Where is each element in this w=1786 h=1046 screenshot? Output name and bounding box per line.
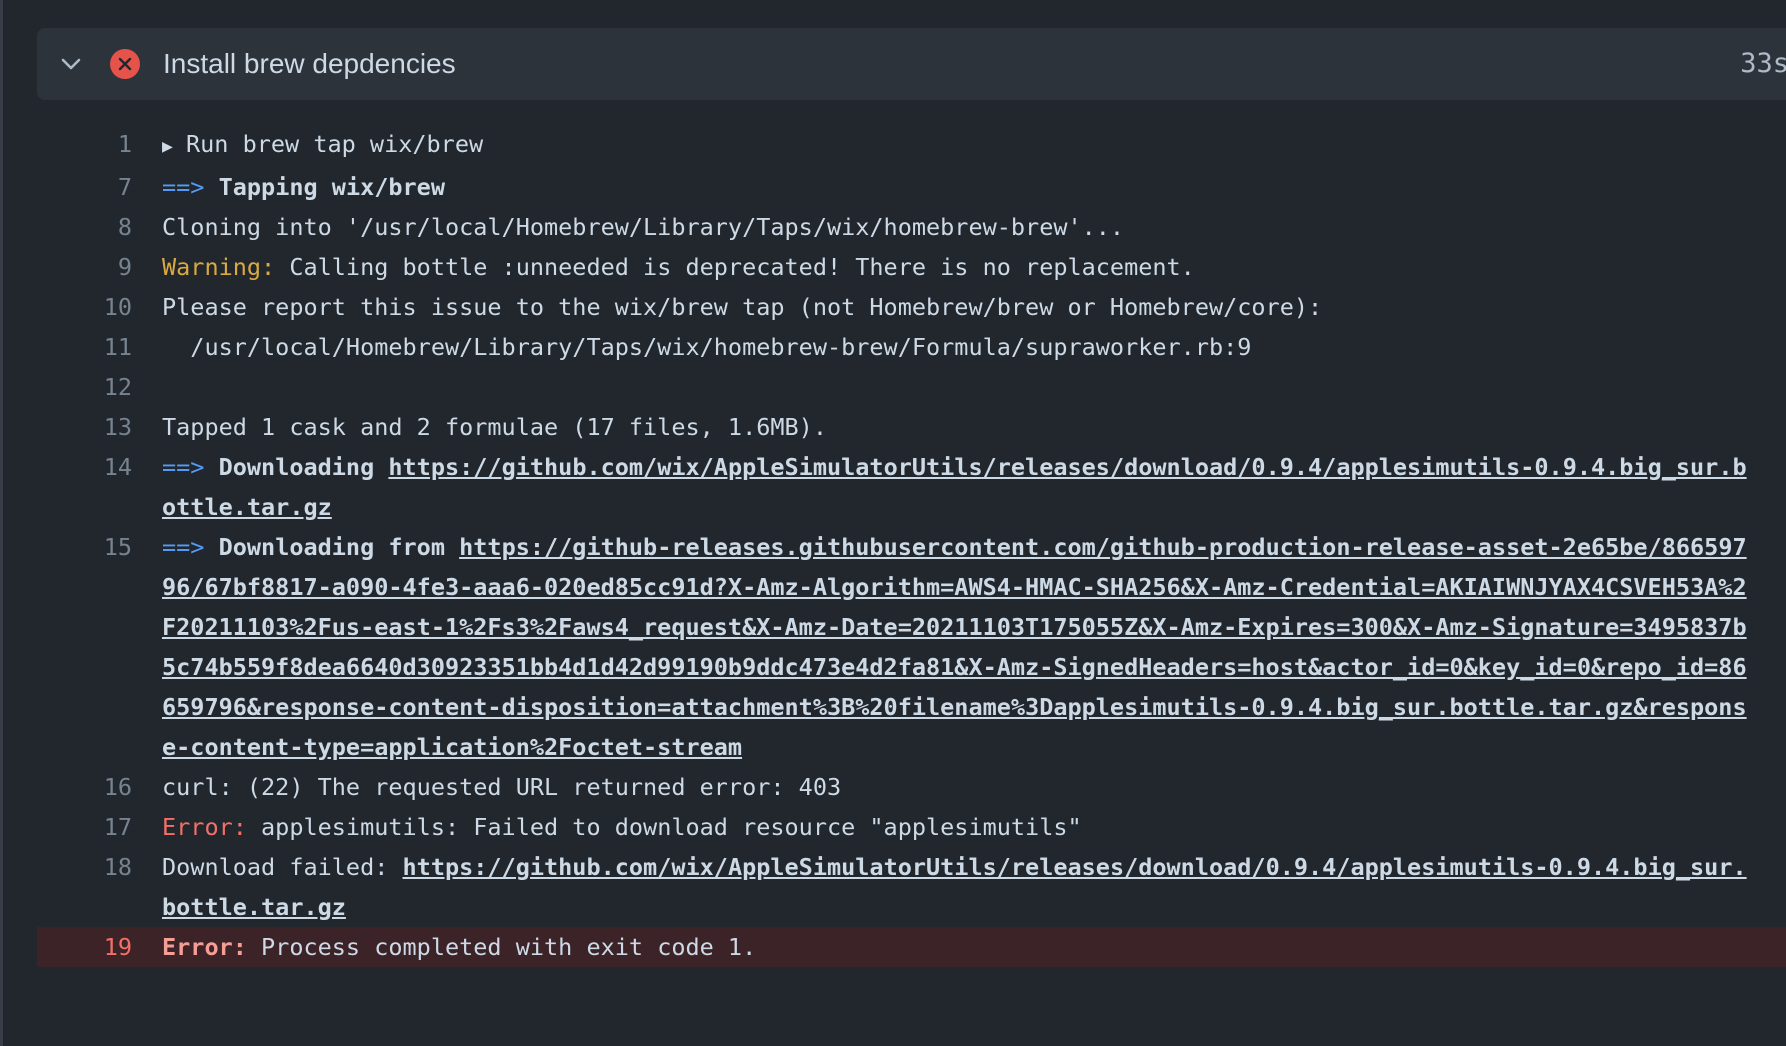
- error-label: Error:: [162, 933, 247, 961]
- expand-triangle-icon[interactable]: ▶: [162, 127, 186, 167]
- log-text: Process completed with exit code 1.: [246, 933, 757, 961]
- line-number[interactable]: 17: [37, 807, 162, 847]
- log-line: 10 Please report this issue to the wix/b…: [37, 287, 1786, 327]
- line-number[interactable]: 15: [37, 527, 162, 567]
- line-number[interactable]: 16: [37, 767, 162, 807]
- log-line: 11 /usr/local/Homebrew/Library/Taps/wix/…: [37, 327, 1786, 367]
- line-number[interactable]: 19: [37, 927, 162, 967]
- download-link[interactable]: https://github.com/wix/AppleSimulatorUti…: [162, 453, 1747, 521]
- log-line-error-highlighted: 19 Error: Process completed with exit co…: [37, 927, 1786, 967]
- log-line-content: Download failed: https://github.com/wix/…: [162, 847, 1786, 927]
- log-line-content: Error: applesimutils: Failed to download…: [162, 807, 1786, 847]
- line-number[interactable]: 8: [37, 207, 162, 247]
- line-number[interactable]: 10: [37, 287, 162, 327]
- line-number[interactable]: 14: [37, 447, 162, 487]
- log-line: 13 Tapped 1 cask and 2 formulae (17 file…: [37, 407, 1786, 447]
- line-number[interactable]: 13: [37, 407, 162, 447]
- log-text: Downloading: [204, 453, 389, 481]
- step-header[interactable]: Install brew depdencies 33s: [37, 28, 1786, 100]
- log-line-content: ==> Downloading from https://github-rele…: [162, 527, 1786, 767]
- log-line: 12: [37, 367, 1786, 407]
- log-arrow: ==>: [162, 173, 205, 201]
- line-number[interactable]: 11: [37, 327, 162, 367]
- log-line: 7 ==> Tapping wix/brew: [37, 167, 1786, 207]
- error-label: Error:: [162, 813, 247, 841]
- log-text: Tapping wix/brew: [218, 173, 445, 201]
- log-output: 1 ▶ Run brew tap wix/brew 7 ==> Tapping w…: [37, 124, 1786, 967]
- log-text: Downloading from: [204, 533, 460, 561]
- log-arrow: ==>: [162, 453, 205, 481]
- log-line: 15 ==> Downloading from https://github-r…: [37, 527, 1786, 767]
- log-text: curl: (22) The requested URL returned er…: [162, 773, 842, 801]
- log-line: 1 ▶ Run brew tap wix/brew: [37, 124, 1786, 167]
- line-number[interactable]: 18: [37, 847, 162, 887]
- warning-label: Warning:: [162, 253, 276, 281]
- log-line: 16 curl: (22) The requested URL returned…: [37, 767, 1786, 807]
- log-line-content[interactable]: ▶ Run brew tap wix/brew: [162, 124, 1786, 167]
- log-line: 14 ==> Downloading https://github.com/wi…: [37, 447, 1786, 527]
- line-number[interactable]: 9: [37, 247, 162, 287]
- log-line: 18 Download failed: https://github.com/w…: [37, 847, 1786, 927]
- log-line: 17 Error: applesimutils: Failed to downl…: [37, 807, 1786, 847]
- workflow-log-page: Install brew depdencies 33s 1 ▶ Run brew …: [0, 0, 1786, 1046]
- log-text: Cloning into '/usr/local/Homebrew/Librar…: [162, 213, 1125, 241]
- log-text: Calling bottle :unneeded is deprecated! …: [275, 253, 1195, 281]
- log-line-content: Error: Process completed with exit code …: [162, 927, 1786, 967]
- log-line: 9 Warning: Calling bottle :unneeded is d…: [37, 247, 1786, 287]
- step-duration: 33s: [1740, 48, 1786, 79]
- download-link[interactable]: https://github-releases.githubuserconten…: [162, 533, 1747, 761]
- log-text: Run brew tap wix/brew: [186, 130, 484, 158]
- log-arrow: ==>: [162, 533, 205, 561]
- log-line: 8 Cloning into '/usr/local/Homebrew/Libr…: [37, 207, 1786, 247]
- chevron-down-icon[interactable]: [57, 50, 85, 78]
- log-line-content: ==> Tapping wix/brew: [162, 167, 1786, 207]
- line-number[interactable]: 7: [37, 167, 162, 207]
- log-text: Please report this issue to the wix/brew…: [162, 293, 1323, 321]
- log-text: Download failed:: [162, 853, 403, 881]
- log-line-content: ==> Downloading https://github.com/wix/A…: [162, 447, 1786, 527]
- log-text: Tapped 1 cask and 2 formulae (17 files, …: [162, 413, 827, 441]
- line-number[interactable]: 12: [37, 367, 162, 407]
- step-title[interactable]: Install brew depdencies: [163, 46, 456, 82]
- log-line-content: Warning: Calling bottle :unneeded is dep…: [162, 247, 1786, 287]
- log-text: /usr/local/Homebrew/Library/Taps/wix/hom…: [162, 333, 1252, 361]
- failed-status-icon: [109, 48, 141, 80]
- log-text: applesimutils: Failed to download resour…: [246, 813, 1082, 841]
- line-number[interactable]: 1: [37, 124, 162, 164]
